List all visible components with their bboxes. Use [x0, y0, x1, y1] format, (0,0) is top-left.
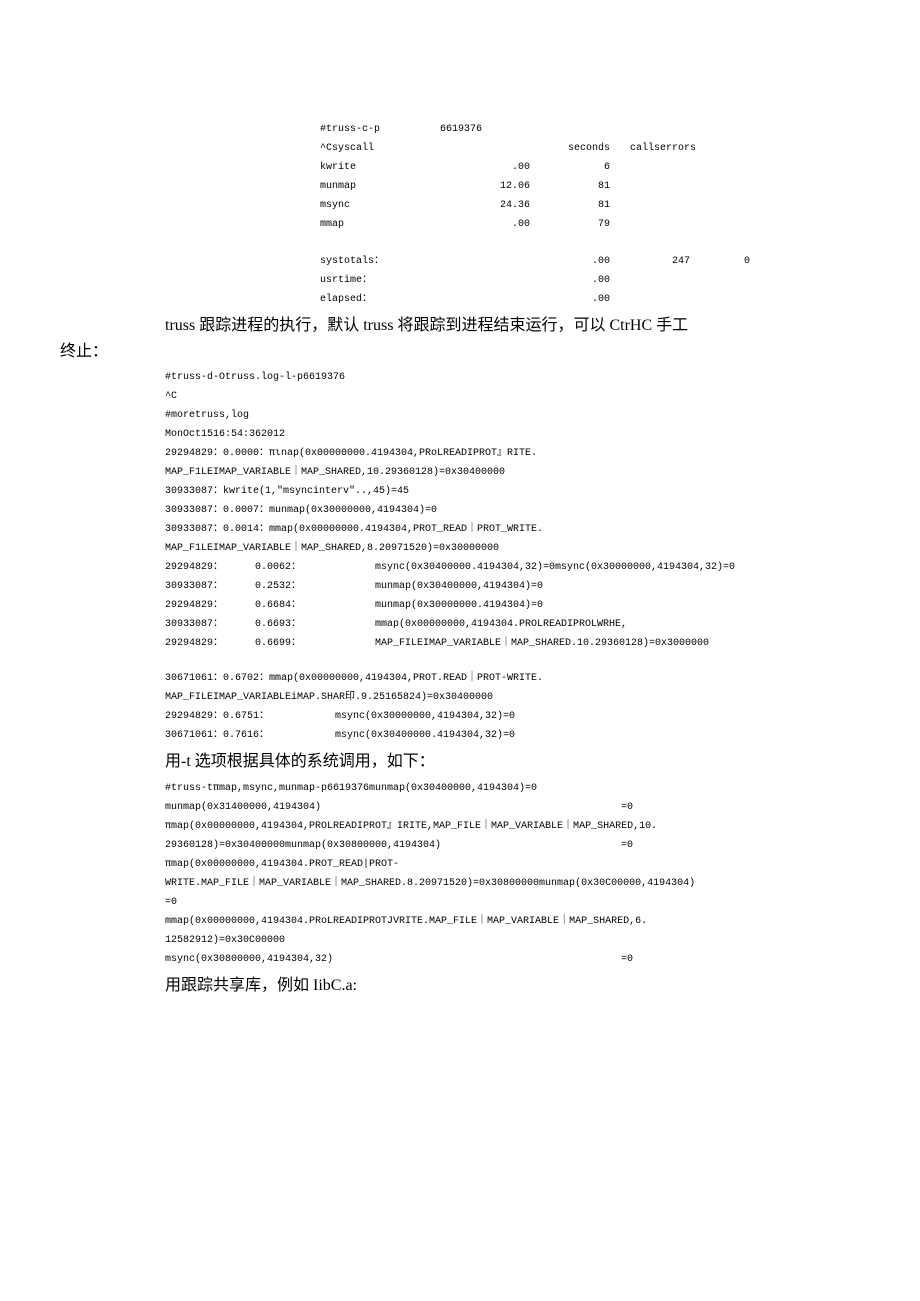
paragraph-2: 用-t 选项根据具体的系统调用，如下： — [165, 749, 860, 775]
elapsed-row: elapsed： .00 — [320, 290, 860, 309]
table-row: kwrite .00 6 — [320, 158, 860, 177]
usrtime-row: usrtime： .00 — [320, 271, 860, 290]
header-syscall: ^Csyscall — [320, 139, 440, 158]
paragraph-1a: truss 跟踪进程的执行，默认 truss 将跟踪到进程结束运行，可以 Ctr… — [60, 313, 860, 339]
table-row: munmap 12.06 81 — [320, 177, 860, 196]
log-row: WRITE.MAP_FILE｜MAP_VARIABLE｜MAP_SHARED.8… — [165, 874, 860, 912]
truss-summary-table: #truss-c-p 6619376 ^Csyscall seconds cal… — [320, 120, 860, 309]
cmd-label: #truss-c-p — [320, 120, 440, 139]
table-row: mmap .00 79 — [320, 215, 860, 234]
totals-row: systotals： .00 247 0 — [320, 252, 860, 271]
log-row: 30933087： 0.2532： munmap(0x30400000,4194… — [165, 577, 860, 596]
log-row: 29294829： 0.0062： msync(0x30400000.41943… — [165, 558, 860, 577]
pid-value: 6619376 — [440, 120, 560, 139]
header-seconds: seconds — [560, 139, 610, 158]
log-row: 29294829： 0.6684： munmap(0x30000000.4194… — [165, 596, 860, 615]
log-row: 29294829： 0.6699： MAP_FILEIMAP_VARIABLE｜… — [165, 634, 860, 653]
paragraph-3: 用跟踪共享库，例如 IibC.a: — [165, 973, 860, 999]
log-row: 30671061：0.7616： msync(0x30400000.419430… — [165, 726, 860, 745]
truss-t-block: #truss-tπmap,msync,munmap-p6619376munmap… — [165, 779, 860, 969]
log-row: 29294829：0.6751： msync(0x30000000,419430… — [165, 707, 860, 726]
log-row: msync(0x30800000,4194304,32) =0 — [165, 950, 860, 969]
table-row: msync 24.36 81 — [320, 196, 860, 215]
truss-log-block: #truss-d-Otruss.log-l-p6619376 ^C #moret… — [165, 368, 860, 745]
log-row: 30933087： 0.6693： mmap(0x00000000,419430… — [165, 615, 860, 634]
header-calls: callserrors — [610, 139, 690, 158]
log-row: munmap(0x31400000,4194304) =0 — [165, 798, 860, 817]
log-row: 29360128)=0x30400000munmap(0x30800000,41… — [165, 836, 860, 855]
paragraph-1b: 终止： — [60, 339, 860, 365]
